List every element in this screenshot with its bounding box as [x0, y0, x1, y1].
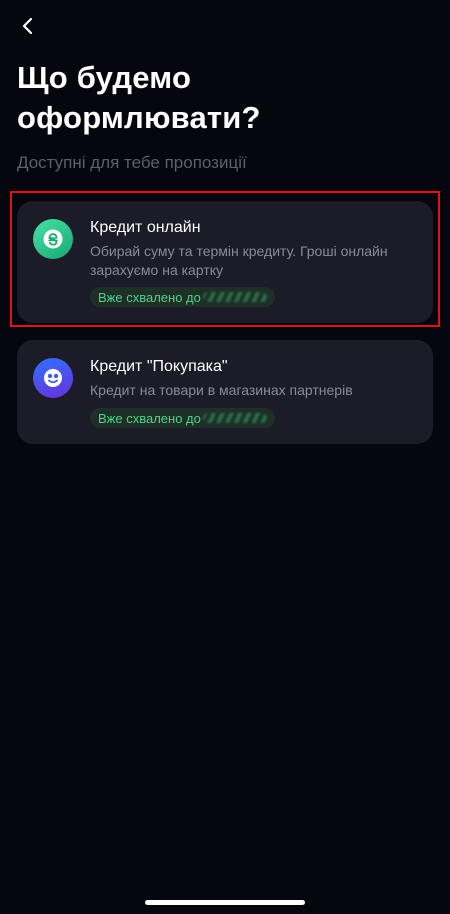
hryvnia-coin-icon: [33, 219, 73, 259]
approved-badge-label: Вже схвалено до: [98, 410, 201, 426]
blurred-amount: [202, 292, 267, 302]
page-subtitle: Доступні для тебе пропозиції: [17, 153, 247, 172]
approved-badge: Вже схвалено до: [90, 408, 275, 428]
back-button[interactable]: [14, 12, 42, 40]
offer-title: Кредит "Покупака": [90, 358, 228, 375]
home-indicator[interactable]: [145, 900, 305, 905]
blurred-amount: [202, 413, 267, 423]
offer-description: Обирай суму та термін кредиту. Гроші онл…: [90, 243, 388, 278]
offer-description: Кредит на товари в магазинах партнерів: [90, 382, 353, 398]
page-title: Що будемо оформлювати?: [17, 60, 261, 135]
offer-card-online-credit[interactable]: Кредит онлайн Обирай суму та термін кред…: [17, 201, 433, 323]
approved-badge-label: Вже схвалено до: [98, 289, 201, 305]
chevron-left-icon: [22, 17, 33, 35]
offer-title: Кредит онлайн: [90, 219, 201, 236]
approved-badge: Вже схвалено до: [90, 287, 275, 307]
smiley-face-icon: [33, 358, 73, 398]
offer-card-pokupaka-credit[interactable]: Кредит "Покупака" Кредит на товари в маг…: [17, 340, 433, 444]
